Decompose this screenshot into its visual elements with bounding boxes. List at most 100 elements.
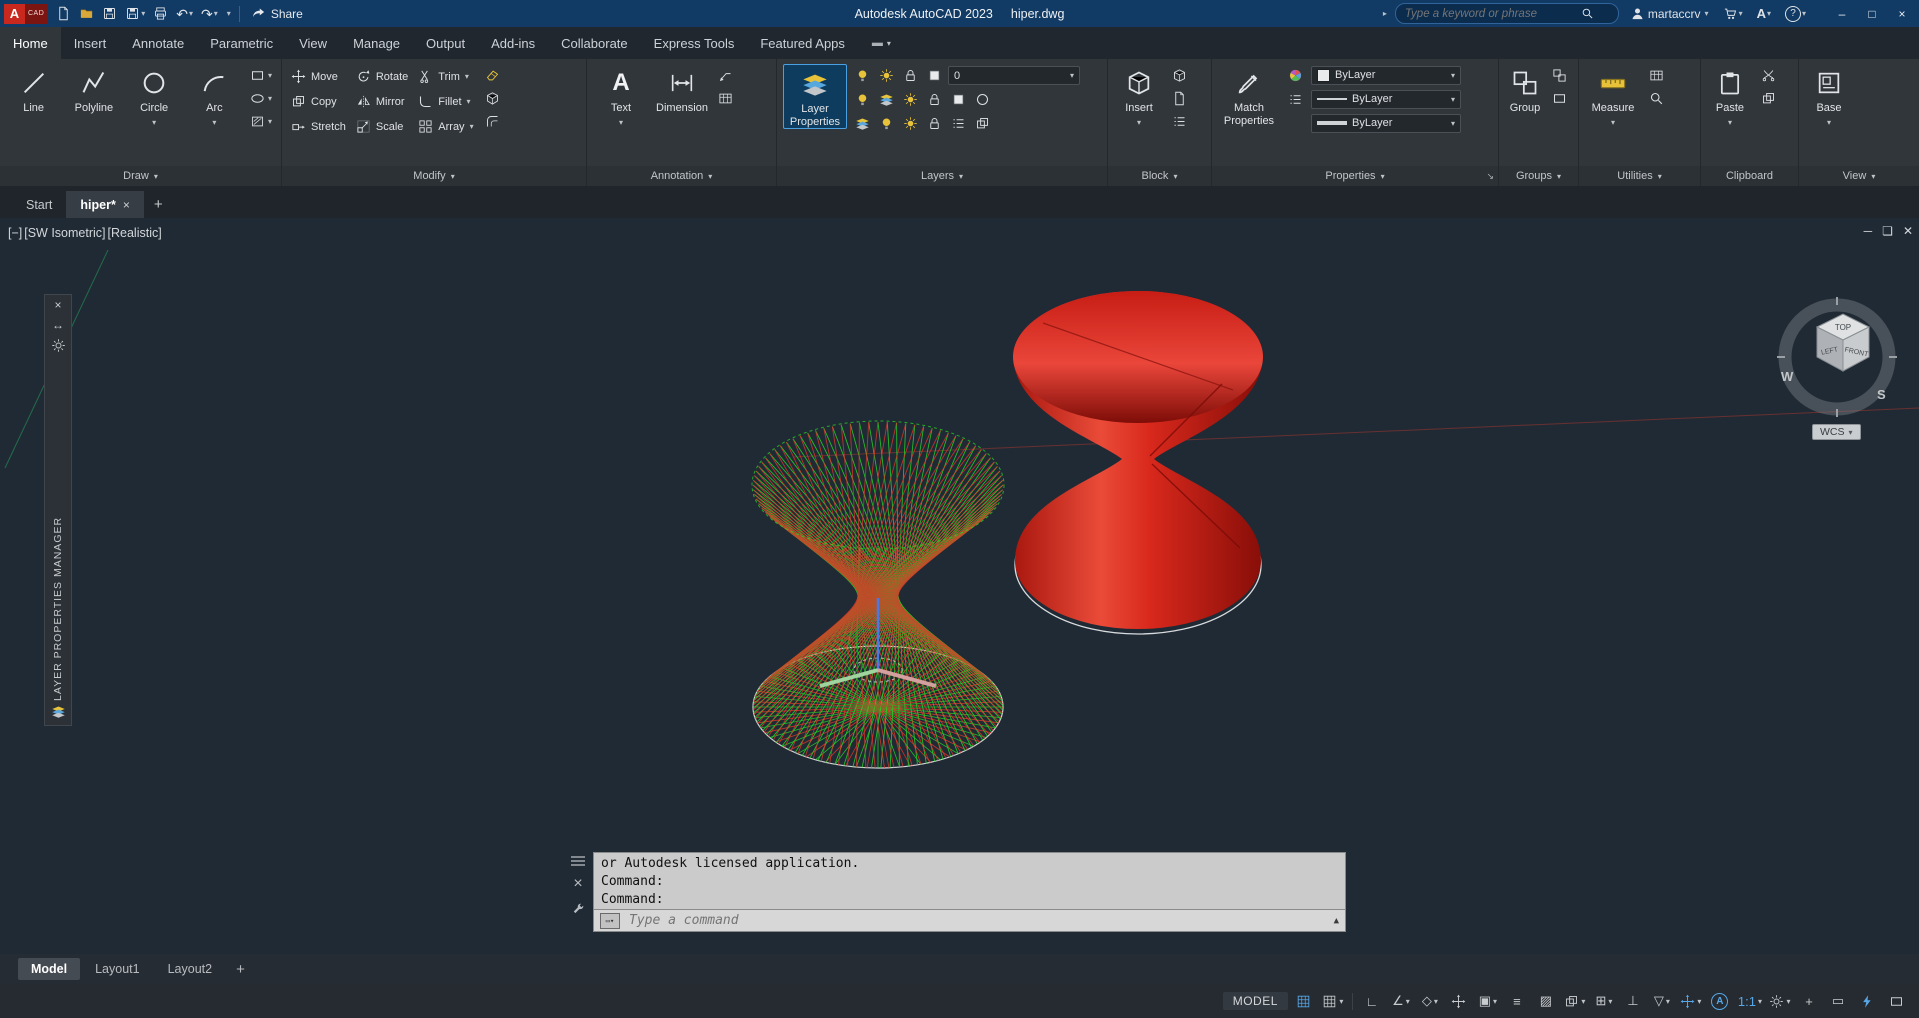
share-button[interactable]: Share — [251, 6, 303, 21]
file-tab-start[interactable]: Start — [12, 191, 66, 218]
quick-calculator-tool[interactable] — [1646, 64, 1667, 87]
tab-annotate[interactable]: Annotate — [119, 27, 197, 59]
layer-lock-tool[interactable] — [924, 88, 945, 111]
file-tab-hiper[interactable]: hiper* × — [66, 191, 144, 218]
viewcube-south-label[interactable]: S — [1877, 387, 1886, 402]
panel-properties-label[interactable]: Properties ▾ ↘ — [1212, 166, 1498, 186]
panel-draw-label[interactable]: Draw ▾ — [0, 166, 281, 186]
layer-on-all-tool[interactable] — [876, 112, 897, 135]
lineweight-toggle[interactable]: ≡ — [1504, 990, 1530, 1012]
layer-match-tool[interactable] — [948, 88, 969, 111]
annotation-visibility-toggle[interactable]: A — [1707, 990, 1733, 1012]
insert-block-tool[interactable]: Insert ▾ — [1114, 64, 1164, 127]
tab-view[interactable]: View — [286, 27, 340, 59]
copy-clip-tool[interactable] — [1758, 87, 1779, 110]
store-cart-button[interactable]: ▾ — [1720, 4, 1746, 23]
new-layout-button[interactable]: + — [227, 961, 254, 978]
polyline-tool[interactable]: Polyline — [66, 64, 121, 115]
gizmo-toggle[interactable]: ▾ — [1678, 990, 1704, 1012]
panel-block-label[interactable]: Block ▾ — [1108, 166, 1211, 186]
command-history[interactable]: or Autodesk licensed application. Comman… — [593, 852, 1346, 910]
help-button[interactable]: ? ▾ — [1782, 4, 1809, 24]
viewport-restore-icon[interactable]: ❏ — [1882, 224, 1893, 238]
layer-thaw-all-tool[interactable] — [900, 112, 921, 135]
mirror-tool[interactable]: Mirror — [353, 89, 411, 114]
viewport-pan-control[interactable]: [−] — [8, 226, 22, 240]
circle-tool[interactable]: Circle ▾ — [127, 64, 182, 127]
open-file-button[interactable] — [76, 4, 97, 23]
save-button[interactable] — [99, 4, 120, 23]
layer-properties-palette[interactable]: × ↔ LAYER PROPERTIES MANAGER — [44, 294, 72, 726]
polar-tracking-toggle[interactable]: ∠ ▾ — [1388, 990, 1414, 1012]
layer-unisolate-tool[interactable] — [852, 112, 873, 135]
clean-screen-toggle[interactable] — [1883, 990, 1909, 1012]
group-tool[interactable]: Group — [1503, 64, 1547, 115]
new-drawing-tab-button[interactable]: + — [144, 191, 173, 218]
ribbon-display-toggle[interactable]: ▬ ▾ — [872, 27, 891, 59]
selection-cycling-toggle[interactable]: ▾ — [1562, 990, 1588, 1012]
command-palette-handle[interactable]: × — [568, 852, 588, 932]
offset-tool[interactable] — [482, 110, 503, 133]
viewcube[interactable]: W S TOP LEFT FRONT — [1762, 282, 1912, 432]
search-icon[interactable] — [1581, 7, 1594, 20]
panel-annotation-label[interactable]: Annotation ▾ — [587, 166, 776, 186]
ortho-toggle[interactable]: ∟ — [1359, 990, 1385, 1012]
color-wheel-button[interactable] — [1285, 64, 1306, 87]
command-input[interactable] — [627, 912, 1327, 929]
scale-tool[interactable]: Scale — [353, 114, 411, 139]
viewport-view-control[interactable]: [SW Isometric] — [24, 226, 105, 240]
tab-express-tools[interactable]: Express Tools — [641, 27, 748, 59]
ungroup-tool[interactable] — [1549, 64, 1570, 87]
layer-off-tool[interactable] — [852, 88, 873, 111]
panel-layers-label[interactable]: Layers ▾ — [777, 166, 1107, 186]
quick-properties-toggle[interactable]: ▭ — [1825, 990, 1851, 1012]
layer-color-swatch[interactable] — [924, 64, 945, 87]
measure-tool[interactable]: Measure ▾ — [1585, 64, 1641, 127]
wcs-selector[interactable]: WCS ▾ — [1812, 424, 1861, 440]
snap-mode-toggle[interactable]: ▾ — [1320, 990, 1346, 1012]
command-history-expand-icon[interactable]: ▲ — [1334, 916, 1339, 926]
selection-filtering-toggle[interactable]: ▽ ▾ — [1649, 990, 1675, 1012]
layer-select[interactable]: 0 ▾ — [948, 66, 1080, 85]
dynamic-ucs-toggle[interactable]: ⊥ — [1620, 990, 1646, 1012]
layer-walk-tool[interactable] — [948, 112, 969, 135]
panel-utilities-label[interactable]: Utilities ▾ — [1579, 166, 1700, 186]
panel-view-label[interactable]: View ▾ — [1799, 166, 1919, 186]
match-properties-tool[interactable]: Match Properties — [1218, 64, 1280, 127]
panel-groups-label[interactable]: Groups ▾ — [1499, 166, 1578, 186]
viewcube-west-label[interactable]: W — [1781, 369, 1794, 384]
command-drag-handle-icon[interactable] — [571, 854, 585, 866]
isodraft-toggle[interactable]: ◇ ▾ — [1417, 990, 1443, 1012]
stretch-tool[interactable]: Stretch — [288, 114, 349, 139]
ellipse-tool[interactable]: ▾ — [247, 87, 275, 110]
text-tool[interactable]: A Text ▾ — [593, 64, 649, 127]
rectangle-tool[interactable]: ▾ — [247, 64, 275, 87]
palette-settings-icon[interactable] — [51, 335, 66, 355]
autodesk-app-button[interactable]: A ▾ — [1754, 4, 1774, 23]
qat-customize-button[interactable]: ▾ — [223, 7, 234, 20]
transparency-toggle[interactable]: ▨ — [1533, 990, 1559, 1012]
annotation-monitor-toggle[interactable]: + — [1796, 990, 1822, 1012]
table-tool[interactable] — [715, 87, 736, 110]
3d-object-snap-toggle[interactable]: ⊞ ▾ — [1591, 990, 1617, 1012]
trim-tool[interactable]: Trim ▾ — [415, 64, 476, 89]
create-block-tool[interactable] — [1169, 64, 1190, 87]
command-window[interactable]: or Autodesk licensed application. Comman… — [593, 852, 1346, 932]
line-tool[interactable]: Line — [6, 64, 61, 115]
base-view-tool[interactable]: Base ▾ — [1805, 64, 1853, 127]
layer-isolate-tool[interactable] — [876, 88, 897, 111]
hardware-acceleration-toggle[interactable] — [1854, 990, 1880, 1012]
paste-tool[interactable]: Paste ▾ — [1707, 64, 1753, 127]
tab-output[interactable]: Output — [413, 27, 478, 59]
layer-lock-toggle[interactable] — [900, 64, 921, 87]
block-attributes-tool[interactable] — [1169, 110, 1190, 133]
layer-previous-tool[interactable] — [972, 88, 993, 111]
dimension-tool[interactable]: Dimension — [654, 64, 710, 115]
undo-button[interactable]: ↶ ▾ — [173, 5, 196, 23]
layer-unlock-tool[interactable] — [924, 112, 945, 135]
panel-clipboard-label[interactable]: Clipboard — [1701, 166, 1798, 186]
search-collapse-icon[interactable]: ▸ — [1383, 9, 1387, 18]
arc-tool[interactable]: Arc ▾ — [187, 64, 242, 127]
redo-button[interactable]: ↷ ▾ — [198, 5, 221, 23]
lineweight-select[interactable]: ByLayer ▾ — [1311, 113, 1461, 133]
